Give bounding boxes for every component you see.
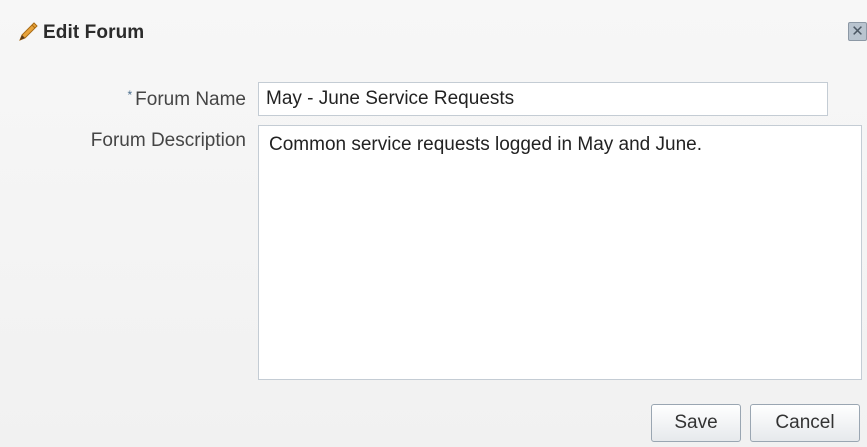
edit-forum-dialog: Edit Forum ✕ *Forum Name Forum Descripti… — [0, 0, 867, 447]
forum-name-label: * Forum Name — [0, 88, 246, 111]
forum-description-label: Forum Description — [90, 130, 246, 151]
pencil-icon — [16, 20, 40, 44]
dialog-header: Edit Forum ✕ — [0, 0, 867, 64]
required-marker: * — [127, 88, 133, 102]
save-button[interactable]: Save — [651, 404, 741, 442]
forum-name-label-text: Forum Name — [135, 89, 246, 110]
forum-name-input[interactable] — [258, 82, 828, 116]
close-icon[interactable]: ✕ — [848, 22, 867, 41]
cancel-button[interactable]: Cancel — [750, 404, 860, 442]
forum-description-textarea[interactable]: Common service requests logged in May an… — [258, 125, 862, 380]
dialog-title: Edit Forum — [43, 22, 145, 43]
